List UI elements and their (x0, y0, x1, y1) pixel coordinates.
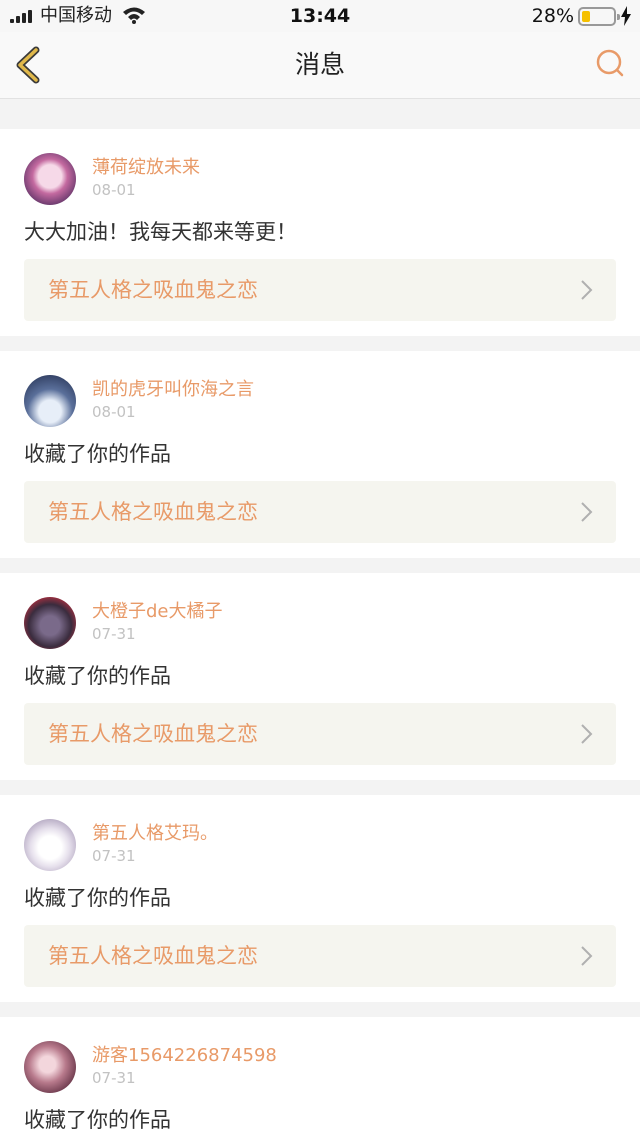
status-bar: 中国移动 13:44 28% (0, 0, 640, 32)
work-link[interactable]: 第五人格之吸血鬼之恋 (24, 481, 616, 543)
message-card[interactable]: 游客1564226874598 07-31 收藏了你的作品 (0, 1017, 640, 1138)
nav-bar: 消息 (0, 32, 640, 99)
message-text: 收藏了你的作品 (24, 1108, 171, 1132)
battery-icon (578, 7, 620, 26)
message-card[interactable]: 第五人格艾玛。 07-31 收藏了你的作品 第五人格之吸血鬼之恋 (0, 795, 640, 1002)
chevron-right-icon (581, 502, 593, 522)
avatar[interactable] (24, 1041, 76, 1093)
page-title: 消息 (294, 50, 345, 79)
avatar[interactable] (24, 153, 76, 205)
username[interactable]: 凯的虎牙叫你海之言 (92, 379, 254, 401)
message-card[interactable]: 薄荷绽放未来 08-01 大大加油！我每天都来等更！ 第五人格之吸血鬼之恋 (0, 129, 640, 336)
message-date: 07-31 (92, 847, 136, 865)
avatar[interactable] (24, 819, 76, 871)
message-text: 大大加油！我每天都来等更！ (24, 220, 297, 244)
work-title: 第五人格之吸血鬼之恋 (48, 944, 258, 968)
username[interactable]: 薄荷绽放未来 (92, 157, 200, 179)
work-title: 第五人格之吸血鬼之恋 (48, 278, 258, 302)
message-date: 07-31 (92, 1069, 136, 1087)
charging-bolt-icon (621, 6, 631, 26)
work-link[interactable]: 第五人格之吸血鬼之恋 (24, 925, 616, 987)
work-title: 第五人格之吸血鬼之恋 (48, 722, 258, 746)
chevron-right-icon (581, 724, 593, 744)
chevron-right-icon (581, 280, 593, 300)
work-link[interactable]: 第五人格之吸血鬼之恋 (24, 259, 616, 321)
username[interactable]: 游客1564226874598 (92, 1045, 277, 1067)
battery-percent: 28% (531, 5, 574, 27)
avatar[interactable] (24, 597, 76, 649)
username[interactable]: 大橙子de大橘子 (92, 601, 223, 623)
message-text: 收藏了你的作品 (24, 442, 171, 466)
chevron-right-icon (581, 946, 593, 966)
message-card[interactable]: 大橙子de大橘子 07-31 收藏了你的作品 第五人格之吸血鬼之恋 (0, 573, 640, 780)
search-icon[interactable] (594, 48, 626, 80)
username[interactable]: 第五人格艾玛。 (92, 823, 218, 845)
work-link[interactable]: 第五人格之吸血鬼之恋 (24, 703, 616, 765)
message-card[interactable]: 凯的虎牙叫你海之言 08-01 收藏了你的作品 第五人格之吸血鬼之恋 (0, 351, 640, 558)
message-date: 07-31 (92, 625, 136, 643)
message-text: 收藏了你的作品 (24, 664, 171, 688)
avatar[interactable] (24, 375, 76, 427)
message-text: 收藏了你的作品 (24, 886, 171, 910)
message-date: 08-01 (92, 403, 136, 421)
message-date: 08-01 (92, 181, 136, 199)
work-title: 第五人格之吸血鬼之恋 (48, 500, 258, 524)
